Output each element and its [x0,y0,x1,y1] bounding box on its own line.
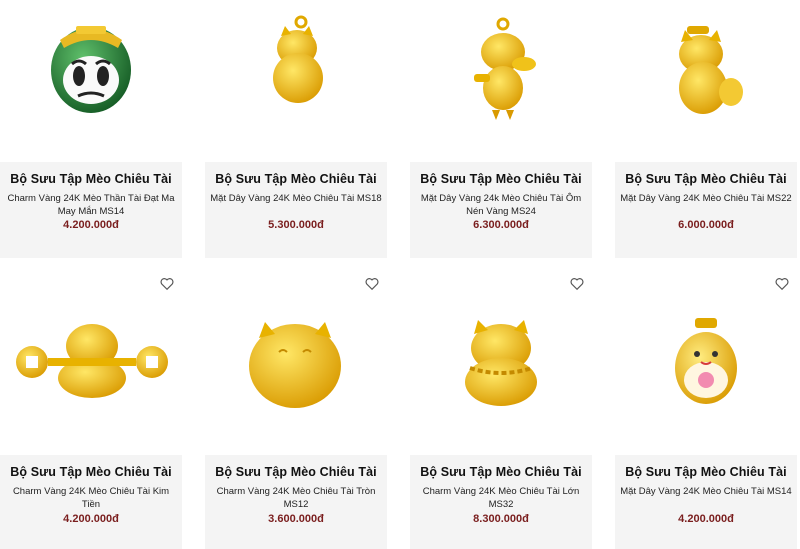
collection-title: Bộ Sưu Tập Mèo Chiêu Tài [625,465,787,479]
product-name[interactable]: Mặt Dây Vàng 24K Mèo Chiêu Tài MS14 [619,485,793,498]
product-image-area[interactable] [205,0,387,162]
product-card[interactable]: Bộ Sưu Tập Mèo Chiêu Tài Charm Vàng 24K … [205,262,387,549]
heart-icon[interactable] [364,276,380,292]
product-card[interactable]: Bộ Sưu Tập Mèo Chiêu Tài Charm Vàng 24K … [410,262,592,549]
product-image-area[interactable] [205,262,387,455]
green-daruma-cat-charm-image [51,26,131,113]
product-image-area[interactable] [410,262,592,455]
product-card[interactable]: Bộ Sưu Tập Mèo Chiêu Tài Charm Vàng 24K … [0,262,182,549]
product-card[interactable]: Bộ Sưu Tập Mèo Chiêu Tài Mặt Dây Vàng 24… [615,0,797,258]
gold-large-cat-charm-image [465,320,537,406]
product-info: Bộ Sưu Tập Mèo Chiêu Tài Charm Vàng 24K … [0,455,182,549]
collection-title: Bộ Sưu Tập Mèo Chiêu Tài [215,172,377,186]
product-info: Bộ Sưu Tập Mèo Chiêu Tài Charm Vàng 24K … [205,455,387,549]
product-info: Bộ Sưu Tập Mèo Chiêu Tài Charm Vàng 24K … [0,162,182,258]
product-info: Bộ Sưu Tập Mèo Chiêu Tài Charm Vàng 24K … [410,455,592,549]
product-image-area[interactable] [0,0,182,162]
heart-icon[interactable] [569,276,585,292]
collection-title: Bộ Sưu Tập Mèo Chiêu Tài [215,465,377,479]
product-price: 8.300.000đ [473,513,529,525]
product-price: 4.200.000đ [63,513,119,525]
heart-icon[interactable] [774,276,790,292]
collection-title: Bộ Sưu Tập Mèo Chiêu Tài [420,172,582,186]
product-card[interactable]: Bộ Sưu Tập Mèo Chiêu Tài Mặt Dây Vàng 24… [615,262,797,549]
collection-title: Bộ Sưu Tập Mèo Chiêu Tài [625,172,787,186]
product-name[interactable]: Mặt Dây Vàng 24k Mèo Chiêu Tài Ôm Nén Và… [414,192,588,218]
enamel-flower-cat-pendant-image [675,318,737,404]
product-price: 6.300.000đ [473,219,529,231]
gold-cat-pendant-image [273,15,323,103]
product-price: 4.200.000đ [678,513,734,525]
product-name[interactable]: Charm Vàng 24K Mèo Chiêu Tài Lớn MS32 [414,485,588,511]
product-info: Bộ Sưu Tập Mèo Chiêu Tài Mặt Dây Vàng 24… [205,162,387,258]
product-name[interactable]: Charm Vàng 24K Mèo Chiêu Tài Kim Tiền [4,485,178,511]
product-info: Bộ Sưu Tập Mèo Chiêu Tài Mặt Dây Vàng 24… [615,162,797,258]
gold-cat-holding-ingot-pendant-image [474,17,536,120]
collection-title: Bộ Sưu Tập Mèo Chiêu Tài [10,465,172,479]
collection-title: Bộ Sưu Tập Mèo Chiêu Tài [10,172,172,186]
product-image-area[interactable] [615,0,797,162]
product-image-area[interactable] [615,262,797,455]
gold-round-cat-charm-image [249,322,341,408]
product-price: 4.200.000đ [63,219,119,231]
product-image-area[interactable] [410,0,592,162]
heart-icon[interactable] [159,276,175,292]
product-name[interactable]: Charm Vàng 24K Mèo Chiêu Tài Tròn MS12 [209,485,383,511]
product-price: 6.000.000đ [678,219,734,231]
product-name[interactable]: Mặt Dây Vàng 24K Mèo Chiêu Tài MS18 [209,192,383,205]
gold-lucky-cat-pendant-image [679,26,743,114]
product-card[interactable]: Bộ Sưu Tập Mèo Chiêu Tài Mặt Dây Vàng 24… [205,0,387,258]
collection-title: Bộ Sưu Tập Mèo Chiêu Tài [420,465,582,479]
product-name[interactable]: Charm Vàng 24K Mèo Thần Tài Đạt Ma May M… [4,192,178,218]
product-card[interactable]: Bộ Sưu Tập Mèo Chiêu Tài Mặt Dây Vàng 24… [410,0,592,258]
product-price: 3.600.000đ [268,513,324,525]
product-info: Bộ Sưu Tập Mèo Chiêu Tài Mặt Dây Vàng 24… [615,455,797,549]
product-card[interactable]: Bộ Sưu Tập Mèo Chiêu Tài Charm Vàng 24K … [0,0,182,258]
product-name[interactable]: Mặt Dây Vàng 24K Mèo Chiêu Tài MS22 [619,192,793,205]
gold-cat-coins-charm-image [16,324,168,398]
product-image-area[interactable] [0,262,182,455]
product-info: Bộ Sưu Tập Mèo Chiêu Tài Mặt Dây Vàng 24… [410,162,592,258]
product-price: 5.300.000đ [268,219,324,231]
